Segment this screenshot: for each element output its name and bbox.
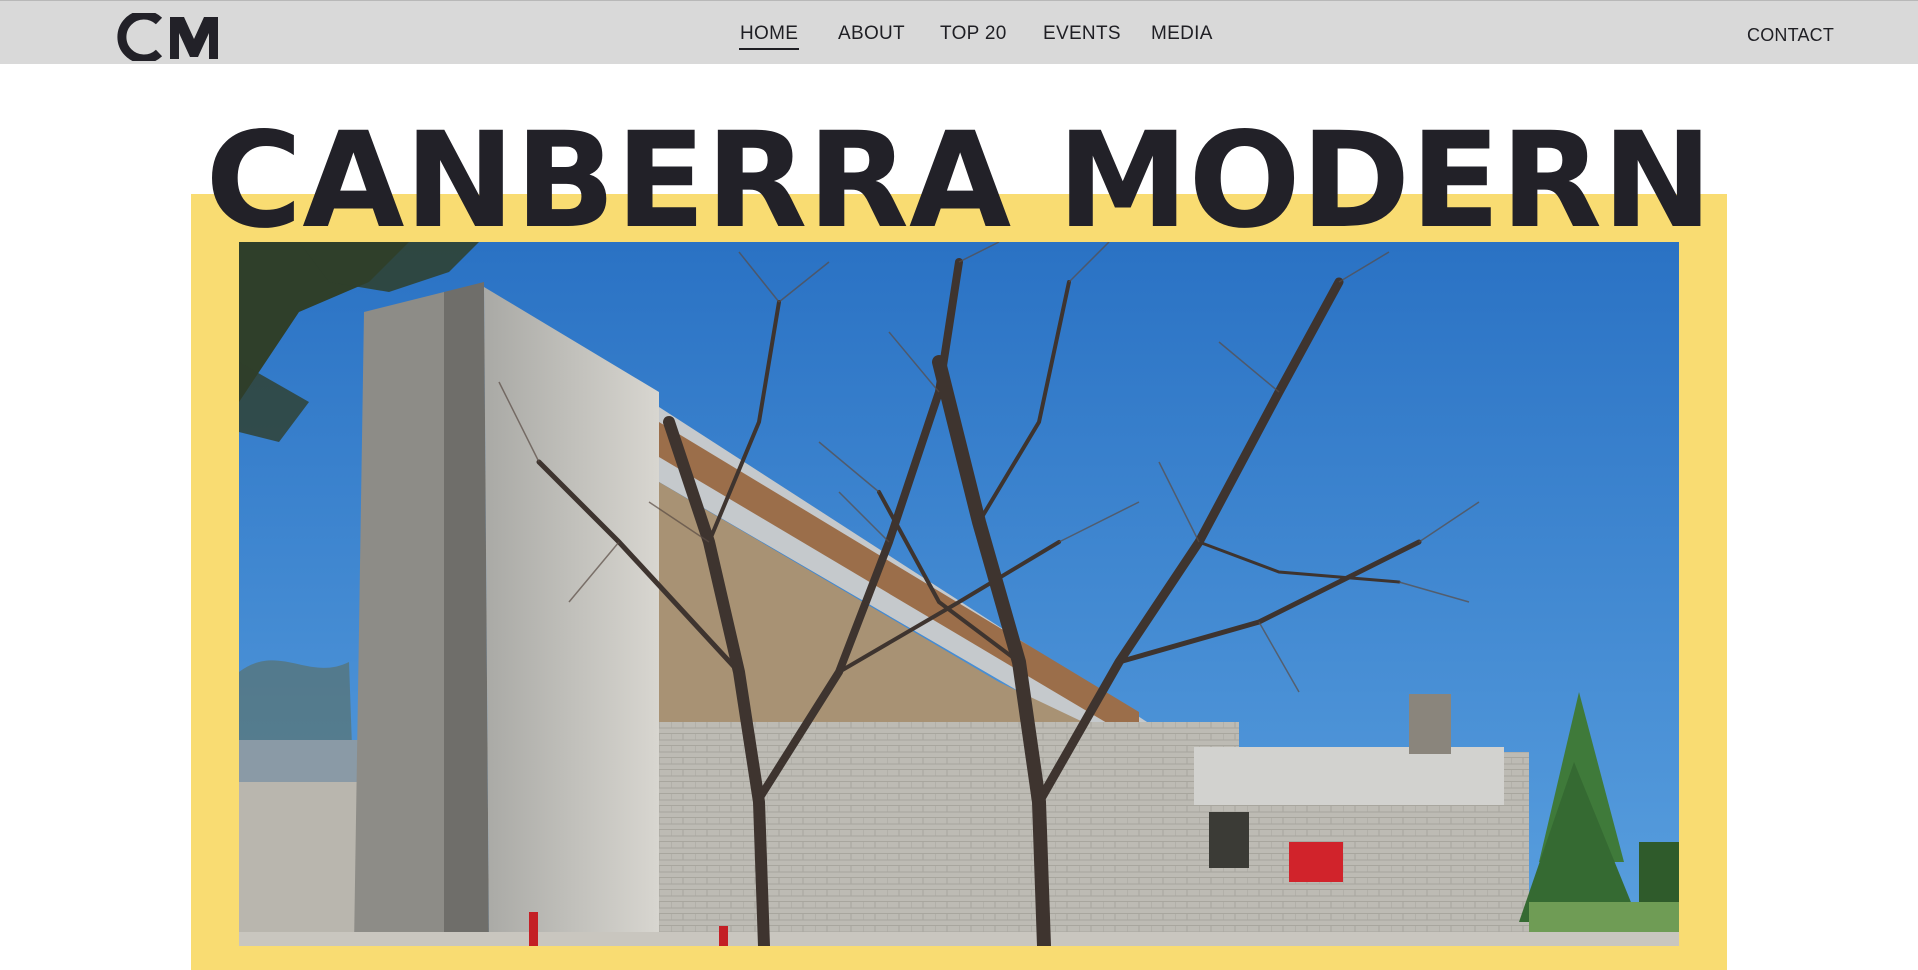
nav-about[interactable]: ABOUT (838, 22, 905, 46)
hero-photo (239, 242, 1679, 946)
page-title: CANBERRA MODERN (205, 104, 1713, 258)
building-photo-illustration (239, 242, 1679, 946)
nav-home[interactable]: HOME (738, 22, 800, 50)
nav-contact[interactable]: CONTACT (1747, 23, 1834, 47)
nav-top-20[interactable]: TOP 20 (940, 22, 1007, 46)
main-nav: HOME ABOUT TOP 20 EVENTS MEDIA (0, 1, 1918, 65)
nav-events[interactable]: EVENTS (1043, 22, 1121, 46)
site-header: CM HOME ABOUT TOP 20 EVENTS MEDIA CONTAC… (0, 0, 1918, 64)
nav-media[interactable]: MEDIA (1151, 22, 1213, 46)
